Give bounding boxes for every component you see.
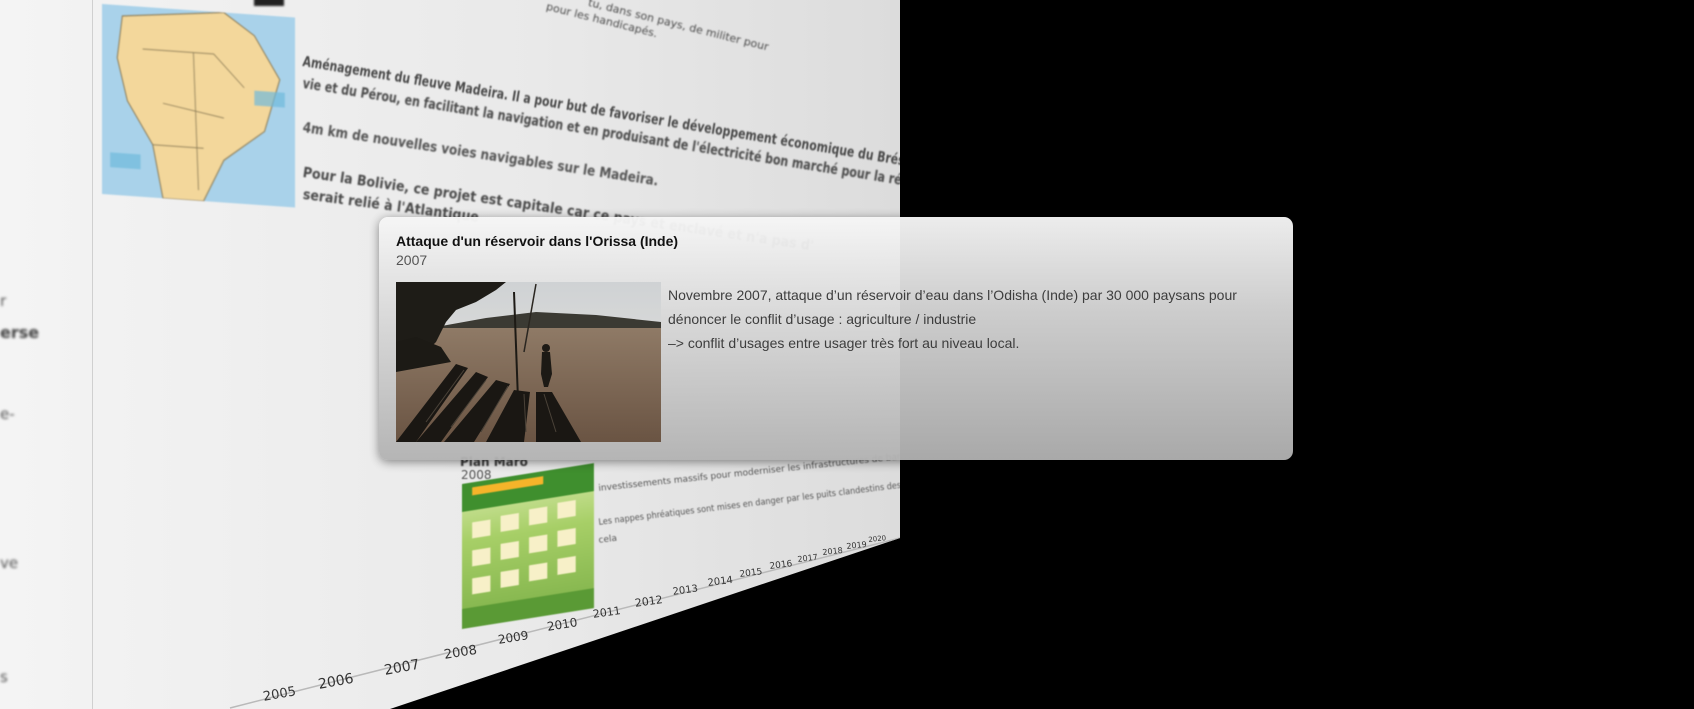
photo-svg xyxy=(396,282,661,442)
event-detail-card[interactable]: Attaque d'un réservoir dans l'Orissa (In… xyxy=(379,217,1293,460)
card-body-line-3: –> conflit d’usages entre usager très fo… xyxy=(668,335,1020,351)
card-title: Attaque d'un réservoir dans l'Orissa (In… xyxy=(396,233,679,249)
river-boats-photo[interactable] xyxy=(396,282,661,442)
card-body-line-1: Novembre 2007, attaque d’un réservoir d’… xyxy=(668,287,1237,303)
card-year: 2007 xyxy=(396,252,428,268)
card-body-line-2: dénoncer le conflit d’usage : agricultur… xyxy=(668,311,977,327)
card-description: Novembre 2007, attaque d’un réservoir d’… xyxy=(668,283,1268,355)
